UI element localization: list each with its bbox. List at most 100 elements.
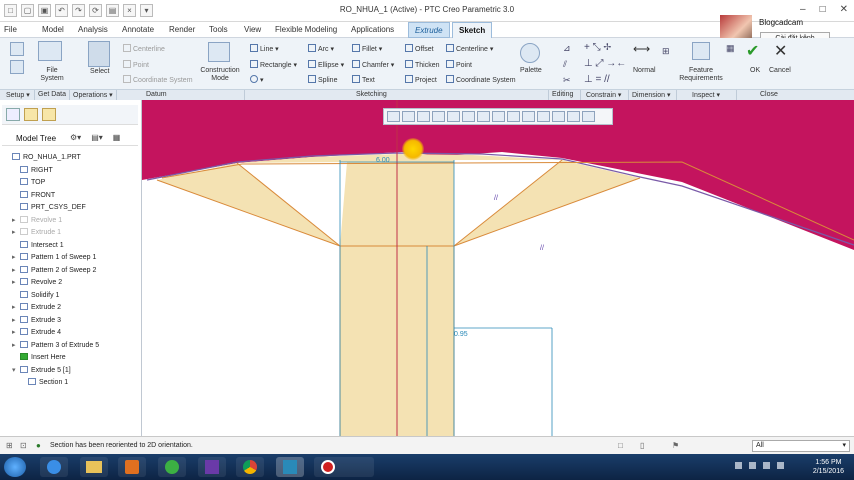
- close-button[interactable]: ✕: [840, 4, 848, 15]
- tree-item[interactable]: ▸ Pattern 2 of Sweep 2: [4, 265, 96, 277]
- tree-item[interactable]: ▸ Pattern 3 of Extrude 5: [4, 340, 99, 352]
- tree-item[interactable]: RIGHT: [4, 165, 53, 177]
- reference-icon[interactable]: [10, 60, 24, 74]
- graphics-window[interactable]: 6.00 0.95 // //: [142, 100, 854, 436]
- tree-item[interactable]: Intersect 1: [4, 240, 64, 252]
- tree-item[interactable]: ▸ Extrude 1: [4, 227, 61, 239]
- point-datum-button[interactable]: Point: [123, 60, 149, 69]
- sketch-canvas[interactable]: 6.00 0.95 // //: [142, 100, 854, 436]
- circle-button[interactable]: ▾: [250, 75, 264, 84]
- construction-mode-button[interactable]: Construction Mode: [198, 67, 242, 83]
- palette-icon[interactable]: [520, 43, 540, 63]
- tab-analysis[interactable]: Analysis: [78, 25, 108, 34]
- project-button[interactable]: Project: [405, 75, 437, 84]
- layer-tree-tab-icon[interactable]: [6, 108, 20, 121]
- normal-dimension-icon[interactable]: ⟷: [633, 42, 650, 56]
- tree-settings-icon[interactable]: ⚙▾: [70, 133, 81, 142]
- cancel-icon[interactable]: ✕: [774, 41, 787, 61]
- zoom-in-icon[interactable]: [402, 111, 415, 122]
- smart-selection-icon[interactable]: ⚑: [672, 441, 679, 450]
- creo-icon[interactable]: [276, 457, 304, 477]
- expand-toggle-icon[interactable]: ▸: [12, 315, 20, 327]
- camtasia-icon[interactable]: [158, 457, 186, 477]
- taskbar-clock[interactable]: 1:56 PM 2/15/2016: [813, 458, 844, 476]
- select-icon[interactable]: [88, 41, 110, 67]
- tree-item[interactable]: ▾ Extrude 5 [1]: [4, 365, 71, 377]
- selection-buffer-icon[interactable]: ▯: [640, 441, 644, 450]
- tree-columns-icon[interactable]: ▤▾: [91, 133, 103, 142]
- visual-studio-icon[interactable]: [198, 457, 226, 477]
- tab-file[interactable]: File: [4, 25, 17, 34]
- group-constrain[interactable]: Constrain ▾: [586, 91, 621, 99]
- tree-item[interactable]: ▸ Extrude 2: [4, 302, 61, 314]
- point-sketch-button[interactable]: Point: [446, 60, 472, 69]
- expand-toggle-icon[interactable]: ▸: [12, 277, 20, 289]
- offset-button[interactable]: Offset: [405, 44, 434, 53]
- tray-language-icon[interactable]: [777, 462, 784, 469]
- refit-icon[interactable]: [387, 111, 400, 122]
- construction-mode-icon[interactable]: [208, 42, 230, 62]
- tree-item[interactable]: ▸ Revolve 2: [4, 277, 62, 289]
- vertical-constraint-icon[interactable]: + ⤡ ✢: [584, 42, 611, 53]
- ok-button[interactable]: OK: [750, 67, 760, 74]
- tree-item[interactable]: ▸ Extrude 4: [4, 327, 61, 339]
- tab-annotate[interactable]: Annotate: [122, 25, 154, 34]
- coordinate-system-datum-button[interactable]: Coordinate System: [123, 75, 193, 84]
- folder-browser-tab-icon[interactable]: [24, 108, 38, 121]
- tray-network-icon[interactable]: [749, 462, 756, 469]
- perspective-icon[interactable]: [492, 111, 505, 122]
- centerline-datum-button[interactable]: Centerline: [123, 44, 165, 53]
- expand-toggle-icon[interactable]: ▸: [12, 227, 20, 239]
- tree-item[interactable]: PRT_CSYS_DEF: [4, 202, 86, 214]
- tray-volume-icon[interactable]: [763, 462, 770, 469]
- view-manager-icon[interactable]: [477, 111, 490, 122]
- expand-toggle-icon[interactable]: ▸: [12, 340, 20, 352]
- group-setup[interactable]: Setup ▾: [6, 91, 30, 99]
- tangent-constraint-icon[interactable]: ⊥ ⤢ →←: [584, 58, 626, 69]
- tab-sketch[interactable]: Sketch: [452, 22, 493, 39]
- sketcher-display-icon[interactable]: [567, 111, 580, 122]
- annotation-display-icon[interactable]: [522, 111, 535, 122]
- tree-filter-icon[interactable]: ▦: [113, 133, 121, 142]
- fillet-button[interactable]: Fillet ▾: [352, 44, 382, 53]
- expand-toggle-icon[interactable]: ▸: [12, 327, 20, 339]
- tab-flexible-modeling[interactable]: Flexible Modeling: [275, 25, 337, 34]
- tab-tools[interactable]: Tools: [209, 25, 228, 34]
- chamfer-button[interactable]: Chamfer ▾: [352, 60, 394, 69]
- tree-item[interactable]: ▸ Pattern 1 of Sweep 1: [4, 252, 96, 264]
- tree-item[interactable]: RO_NHUA_1.PRT: [4, 152, 81, 164]
- expand-toggle-icon[interactable]: ▸: [12, 302, 20, 314]
- minimize-button[interactable]: –: [800, 4, 806, 15]
- tab-applications[interactable]: Applications: [351, 25, 394, 34]
- insert-here-marker[interactable]: Insert Here: [4, 352, 66, 364]
- group-inspect[interactable]: Inspect ▾: [692, 91, 720, 99]
- group-operations[interactable]: Operations ▾: [73, 91, 113, 99]
- expand-toggle-icon[interactable]: ▸: [12, 215, 20, 227]
- recording-icon[interactable]: [314, 457, 374, 477]
- feature-requirements-icon[interactable]: [692, 42, 710, 60]
- start-button[interactable]: [4, 457, 26, 477]
- centerline-sketch-button[interactable]: Centerline ▾: [446, 44, 493, 53]
- file-system-icon[interactable]: [38, 41, 62, 61]
- dimension-top-value[interactable]: 6.00: [376, 157, 390, 164]
- text-button[interactable]: Text: [352, 75, 375, 84]
- tree-item[interactable]: Solidify 1: [4, 290, 59, 302]
- ie-icon[interactable]: [40, 457, 68, 477]
- show-navigator-icon[interactable]: ⊞: [6, 441, 13, 450]
- maximize-button[interactable]: □: [820, 4, 826, 15]
- csys-sketch-button[interactable]: Coordinate System: [446, 75, 516, 84]
- spline-button[interactable]: Spline: [308, 75, 337, 84]
- tree-item[interactable]: FRONT: [4, 190, 55, 202]
- ok-icon[interactable]: ✔: [746, 41, 759, 61]
- normal-dimension-button[interactable]: Normal: [633, 67, 656, 74]
- modify-icon[interactable]: ⊿: [563, 43, 571, 54]
- media-player-icon[interactable]: [118, 457, 146, 477]
- show-browser-icon[interactable]: ⊡: [20, 441, 27, 450]
- parallel-constraint-icon[interactable]: ⊥ = //: [584, 74, 610, 85]
- zoom-out-icon[interactable]: [417, 111, 430, 122]
- display-style-icon[interactable]: [447, 111, 460, 122]
- favorites-tab-icon[interactable]: [42, 108, 56, 121]
- ellipse-button[interactable]: Ellipse ▾: [308, 60, 344, 69]
- sketch-setup-icon[interactable]: [10, 42, 24, 56]
- divide-icon[interactable]: ✂: [563, 75, 571, 86]
